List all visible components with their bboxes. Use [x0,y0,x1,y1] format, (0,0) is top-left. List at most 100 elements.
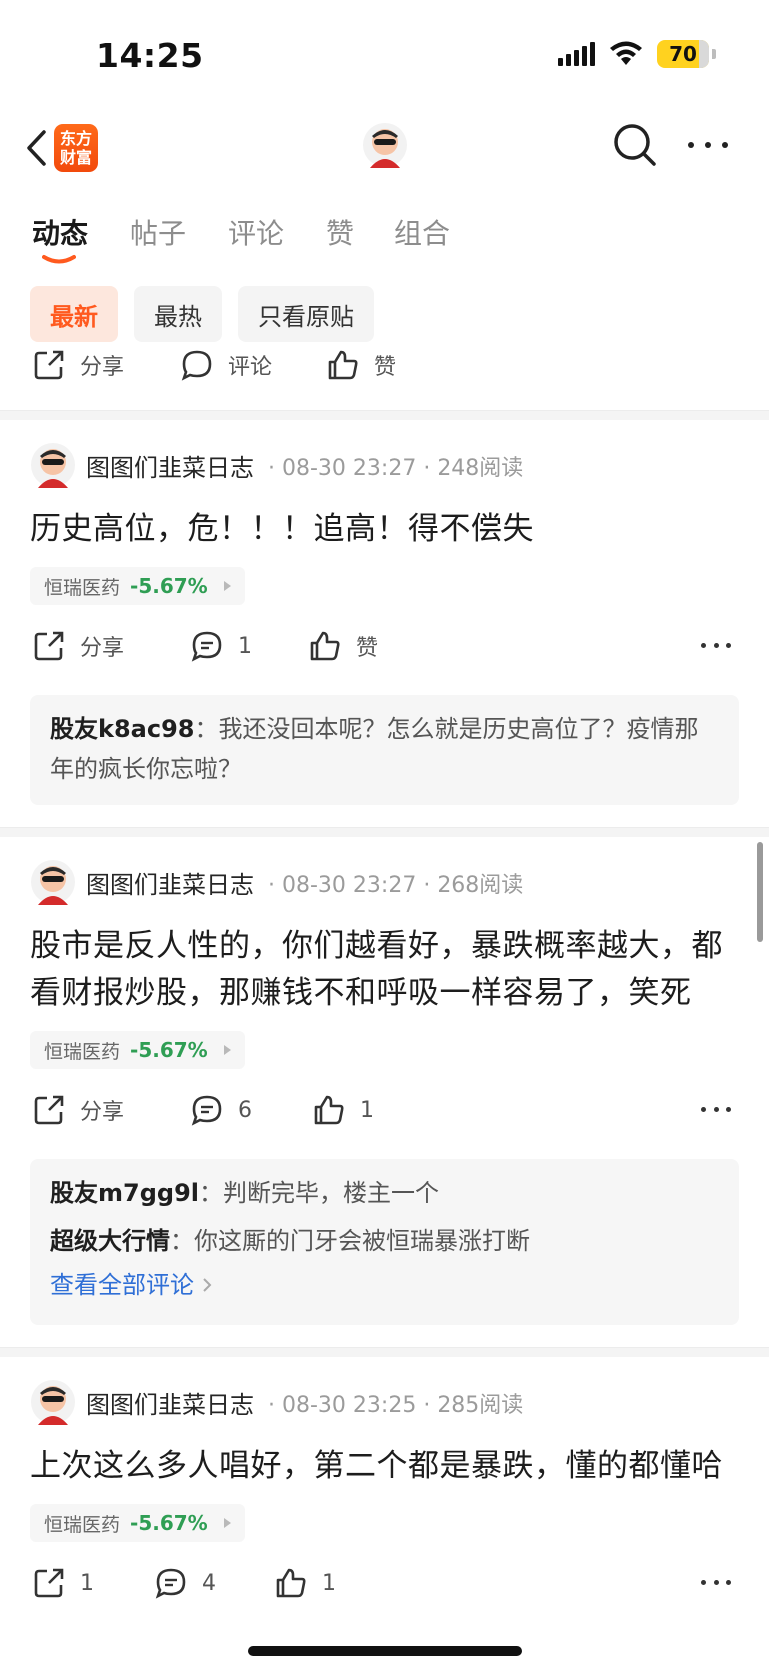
post-card[interactable]: 图图们韭菜日志 · 08-30 23:27 · 248阅读 历史高位，危！！！追… [0,420,769,805]
back-button[interactable] [16,124,56,172]
like-button[interactable]: 1 [274,1566,336,1600]
filter-bar: 最新 最热 只看原贴 [30,286,374,342]
tab-posts[interactable]: 帖子 [130,212,186,252]
feed-viewport: 分享 评论 赞 图图们韭菜日志 · 08-30 23:27 · 248阅读 历史… [0,342,769,1665]
chevron-right-icon [203,1278,212,1292]
comment-user[interactable]: 股友m7gg9l [50,1179,199,1207]
comment-button[interactable]: 4 [154,1566,216,1600]
user-avatar[interactable] [362,122,408,168]
scrollbar[interactable] [757,842,763,942]
post-time: 08-30 23:27 [282,456,417,481]
share-icon [34,631,64,661]
post-header: 图图们韭菜日志 · 08-30 23:27 · 248阅读 [0,420,769,506]
post-actions: 分享 6 1 [0,1069,769,1155]
comment-user[interactable]: 股友k8ac98 [50,715,194,743]
view-all-label: 查看全部评论 [50,1271,194,1299]
more-icon[interactable] [686,128,730,162]
author-name[interactable]: 图图们韭菜日志 [86,865,254,900]
share-icon [34,1095,64,1125]
post-content[interactable]: 股市是反人性的，你们越看好，暴跌概率越大，都看财报炒股，那赚钱不和呼吸一样容易了… [0,923,769,1017]
caret-right-icon [223,1045,231,1055]
post-meta: · 08-30 23:27 · 268阅读 [268,873,524,898]
comment-separator: ： [194,715,219,743]
share-button[interactable]: 分享 [32,629,124,663]
stock-name: 恒瑞医药 [44,1513,121,1536]
like-count: 1 [322,1570,336,1596]
stock-tag[interactable]: 恒瑞医药 -5.67% [30,1031,245,1069]
share-button[interactable]: 1 [32,1566,94,1600]
comment-icon [181,350,212,381]
author-avatar[interactable] [30,1379,76,1425]
comment-text: 判断完毕，楼主一个 [223,1179,439,1207]
post-card[interactable]: 图图们韭菜日志 · 08-30 23:25 · 285阅读 上次这么多人唱好，第… [0,1357,769,1628]
post-meta: · 08-30 23:25 · 285阅读 [268,1393,524,1418]
share-icon [34,1568,64,1598]
author-name[interactable]: 图图们韭菜日志 [86,448,254,483]
status-bar: 14:25 70 [0,0,769,110]
like-icon [276,1568,306,1598]
author-avatar[interactable] [30,859,76,905]
tab-portfolio[interactable]: 组合 [394,212,450,252]
filter-original-only[interactable]: 只看原贴 [238,286,374,342]
author-avatar[interactable] [30,442,76,488]
post-actions: 分享 1 赞 [0,605,769,691]
post-time: 08-30 23:25 [282,1393,417,1418]
comment-button[interactable]: 6 [190,1093,252,1127]
author-name[interactable]: 图图们韭菜日志 [86,1385,254,1420]
post-more-icon[interactable] [701,1580,731,1586]
stock-change: -5.67% [130,1511,208,1535]
filter-latest[interactable]: 最新 [30,286,118,342]
comment-count: 4 [202,1570,216,1596]
like-icon [328,350,358,380]
comment-user[interactable]: 超级大行情 [50,1227,170,1255]
tab-comments[interactable]: 评论 [228,212,284,252]
status-time: 14:25 [96,36,204,75]
comment-count: 6 [238,1097,252,1123]
tab-likes[interactable]: 赞 [326,212,354,252]
like-button[interactable]: 1 [312,1093,374,1127]
like-icon [310,631,340,661]
post-card[interactable]: 图图们韭菜日志 · 08-30 23:27 · 268阅读 股市是反人性的，你们… [0,837,769,1325]
share-count: 1 [80,1570,94,1596]
post-reads: 268阅读 [437,873,524,898]
post-meta: · 08-30 23:27 · 248阅读 [268,456,524,481]
filter-hot[interactable]: 最热 [134,286,222,342]
cellular-signal-icon [558,42,595,66]
view-all-comments-link[interactable]: 查看全部评论 [50,1261,719,1309]
comment-preview[interactable]: 股友m7gg9l：判断完毕，楼主一个 超级大行情：你这厮的门牙会被恒瑞暴涨打断 … [30,1159,739,1325]
comment-preview[interactable]: 股友k8ac98：我还没回本呢？怎么就是历史高位了？疫情那年的疯长你忘啦？ [30,695,739,805]
stock-name: 恒瑞医药 [44,576,121,599]
post-more-icon[interactable] [701,1107,731,1113]
search-icon[interactable] [610,120,660,170]
post-time: 08-30 23:27 [282,873,417,898]
comment-separator: ： [199,1179,223,1207]
share-icon [34,350,64,380]
stock-tag[interactable]: 恒瑞医药 -5.67% [30,1504,245,1542]
like-button[interactable]: 赞 [308,629,378,663]
comment-button[interactable]: 1 [190,629,252,663]
share-label: 分享 [80,355,125,380]
comment-label: 评论 [228,355,273,380]
post-actions-partial: 分享 评论 赞 [0,342,769,410]
comment-item: 股友k8ac98：我还没回本呢？怎么就是历史高位了？疫情那年的疯长你忘啦？ [50,709,719,789]
post-reads: 285阅读 [437,1393,524,1418]
comment-icon [191,631,222,662]
home-indicator[interactable] [248,1646,522,1656]
tab-bar: 动态 帖子 评论 赞 组合 [0,200,769,264]
comment-button[interactable]: 评论 [180,348,272,382]
like-button[interactable]: 赞 [326,348,396,382]
battery-icon: 70 [657,40,716,68]
active-tab-indicator [42,255,76,264]
caret-right-icon [223,1518,231,1528]
post-actions: 1 4 1 [0,1542,769,1628]
post-content[interactable]: 历史高位，危！！！追高！得不偿失 [0,506,769,553]
post-content[interactable]: 上次这么多人唱好，第二个都是暴跌，懂的都懂哈 [0,1443,769,1490]
stock-tag[interactable]: 恒瑞医药 -5.67% [30,567,245,605]
wifi-icon [610,41,642,65]
brand-logo[interactable]: 东方财富 [54,124,98,172]
tab-dynamic[interactable]: 动态 [32,212,88,252]
share-button[interactable]: 分享 [32,348,124,382]
share-button[interactable]: 分享 [32,1093,124,1127]
battery-level: 70 [669,42,697,66]
post-more-icon[interactable] [701,643,731,649]
